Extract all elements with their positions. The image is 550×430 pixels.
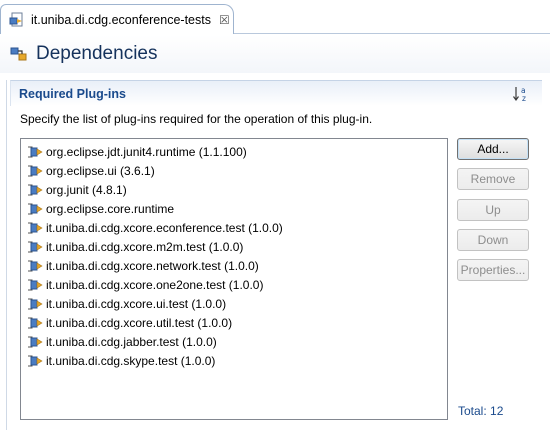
list-item[interactable]: it.uniba.di.cdg.skype.test (1.0.0) xyxy=(21,351,447,370)
plugin-icon xyxy=(28,165,43,176)
total-count: Total: 12 xyxy=(458,404,504,418)
close-icon[interactable]: ☒ xyxy=(219,14,230,26)
plugin-label: org.junit (4.8.1) xyxy=(46,182,127,197)
plugin-label: org.eclipse.core.runtime xyxy=(46,201,175,216)
plugin-label: it.uniba.di.cdg.xcore.one2one.test (1.0.… xyxy=(46,277,264,292)
remove-button[interactable]: Remove xyxy=(457,168,529,190)
editor-tab-title: it.uniba.di.cdg.econference-tests xyxy=(31,12,211,27)
form-header: Dependencies xyxy=(0,35,550,73)
required-plugins-list[interactable]: org.eclipse.jdt.junit4.runtime (1.1.100)… xyxy=(20,138,448,420)
plugin-label: it.uniba.di.cdg.xcore.ui.test (1.0.0) xyxy=(46,296,227,311)
plugin-manifest-icon xyxy=(9,12,23,26)
dependencies-icon xyxy=(10,47,27,61)
list-item[interactable]: org.eclipse.core.runtime xyxy=(21,199,447,218)
plugin-icon xyxy=(28,317,43,328)
section-description: Specify the list of plug-ins required fo… xyxy=(20,112,373,126)
plugin-icon xyxy=(28,298,43,309)
list-item[interactable]: org.eclipse.jdt.junit4.runtime (1.1.100) xyxy=(21,142,447,161)
up-button[interactable]: Up xyxy=(457,199,529,221)
svg-text:z: z xyxy=(522,94,526,103)
sort-alphabetical-icon[interactable]: a z xyxy=(512,85,530,103)
plugin-label: it.uniba.di.cdg.jabber.test (1.0.0) xyxy=(46,334,217,349)
page-title: Dependencies xyxy=(36,43,158,64)
down-button[interactable]: Down xyxy=(457,229,529,251)
plugin-label: it.uniba.di.cdg.xcore.m2m.test (1.0.0) xyxy=(46,239,244,254)
plugin-label: org.eclipse.ui (3.6.1) xyxy=(46,163,155,178)
section-border xyxy=(6,80,7,430)
plugin-icon xyxy=(28,260,43,271)
section-title: Required Plug-ins xyxy=(19,86,126,101)
plugin-icon xyxy=(28,146,43,157)
editor-tab-strip: it.uniba.di.cdg.econference-tests ☒ xyxy=(0,0,550,34)
plugin-label: it.uniba.di.cdg.skype.test (1.0.0) xyxy=(46,353,216,368)
list-item[interactable]: it.uniba.di.cdg.xcore.one2one.test (1.0.… xyxy=(21,275,447,294)
properties-button[interactable]: Properties... xyxy=(457,259,529,281)
list-item[interactable]: org.junit (4.8.1) xyxy=(21,180,447,199)
plugin-icon xyxy=(28,203,43,214)
section-header: Required Plug-ins a z xyxy=(10,80,542,106)
plugin-label: org.eclipse.jdt.junit4.runtime (1.1.100) xyxy=(46,144,247,159)
list-item[interactable]: org.eclipse.ui (3.6.1) xyxy=(21,161,447,180)
editor-tab[interactable]: it.uniba.di.cdg.econference-tests ☒ xyxy=(0,4,234,34)
list-item[interactable]: it.uniba.di.cdg.xcore.ui.test (1.0.0) xyxy=(21,294,447,313)
plugin-icon xyxy=(28,241,43,252)
list-item[interactable]: it.uniba.di.cdg.xcore.econference.test (… xyxy=(21,218,447,237)
list-item[interactable]: it.uniba.di.cdg.jabber.test (1.0.0) xyxy=(21,332,447,351)
add-button[interactable]: Add... xyxy=(457,138,529,160)
plugin-label: it.uniba.di.cdg.xcore.network.test (1.0.… xyxy=(46,258,259,273)
plugin-label: it.uniba.di.cdg.xcore.util.test (1.0.0) xyxy=(46,315,233,330)
plugin-icon xyxy=(28,336,43,347)
plugin-label: it.uniba.di.cdg.xcore.econference.test (… xyxy=(46,220,283,235)
list-item[interactable]: it.uniba.di.cdg.xcore.network.test (1.0.… xyxy=(21,256,447,275)
list-item[interactable]: it.uniba.di.cdg.xcore.util.test (1.0.0) xyxy=(21,313,447,332)
list-item[interactable]: it.uniba.di.cdg.xcore.m2m.test (1.0.0) xyxy=(21,237,447,256)
plugin-icon xyxy=(28,279,43,290)
plugin-icon xyxy=(28,222,43,233)
plugin-icon xyxy=(28,184,43,195)
plugin-icon xyxy=(28,355,43,366)
